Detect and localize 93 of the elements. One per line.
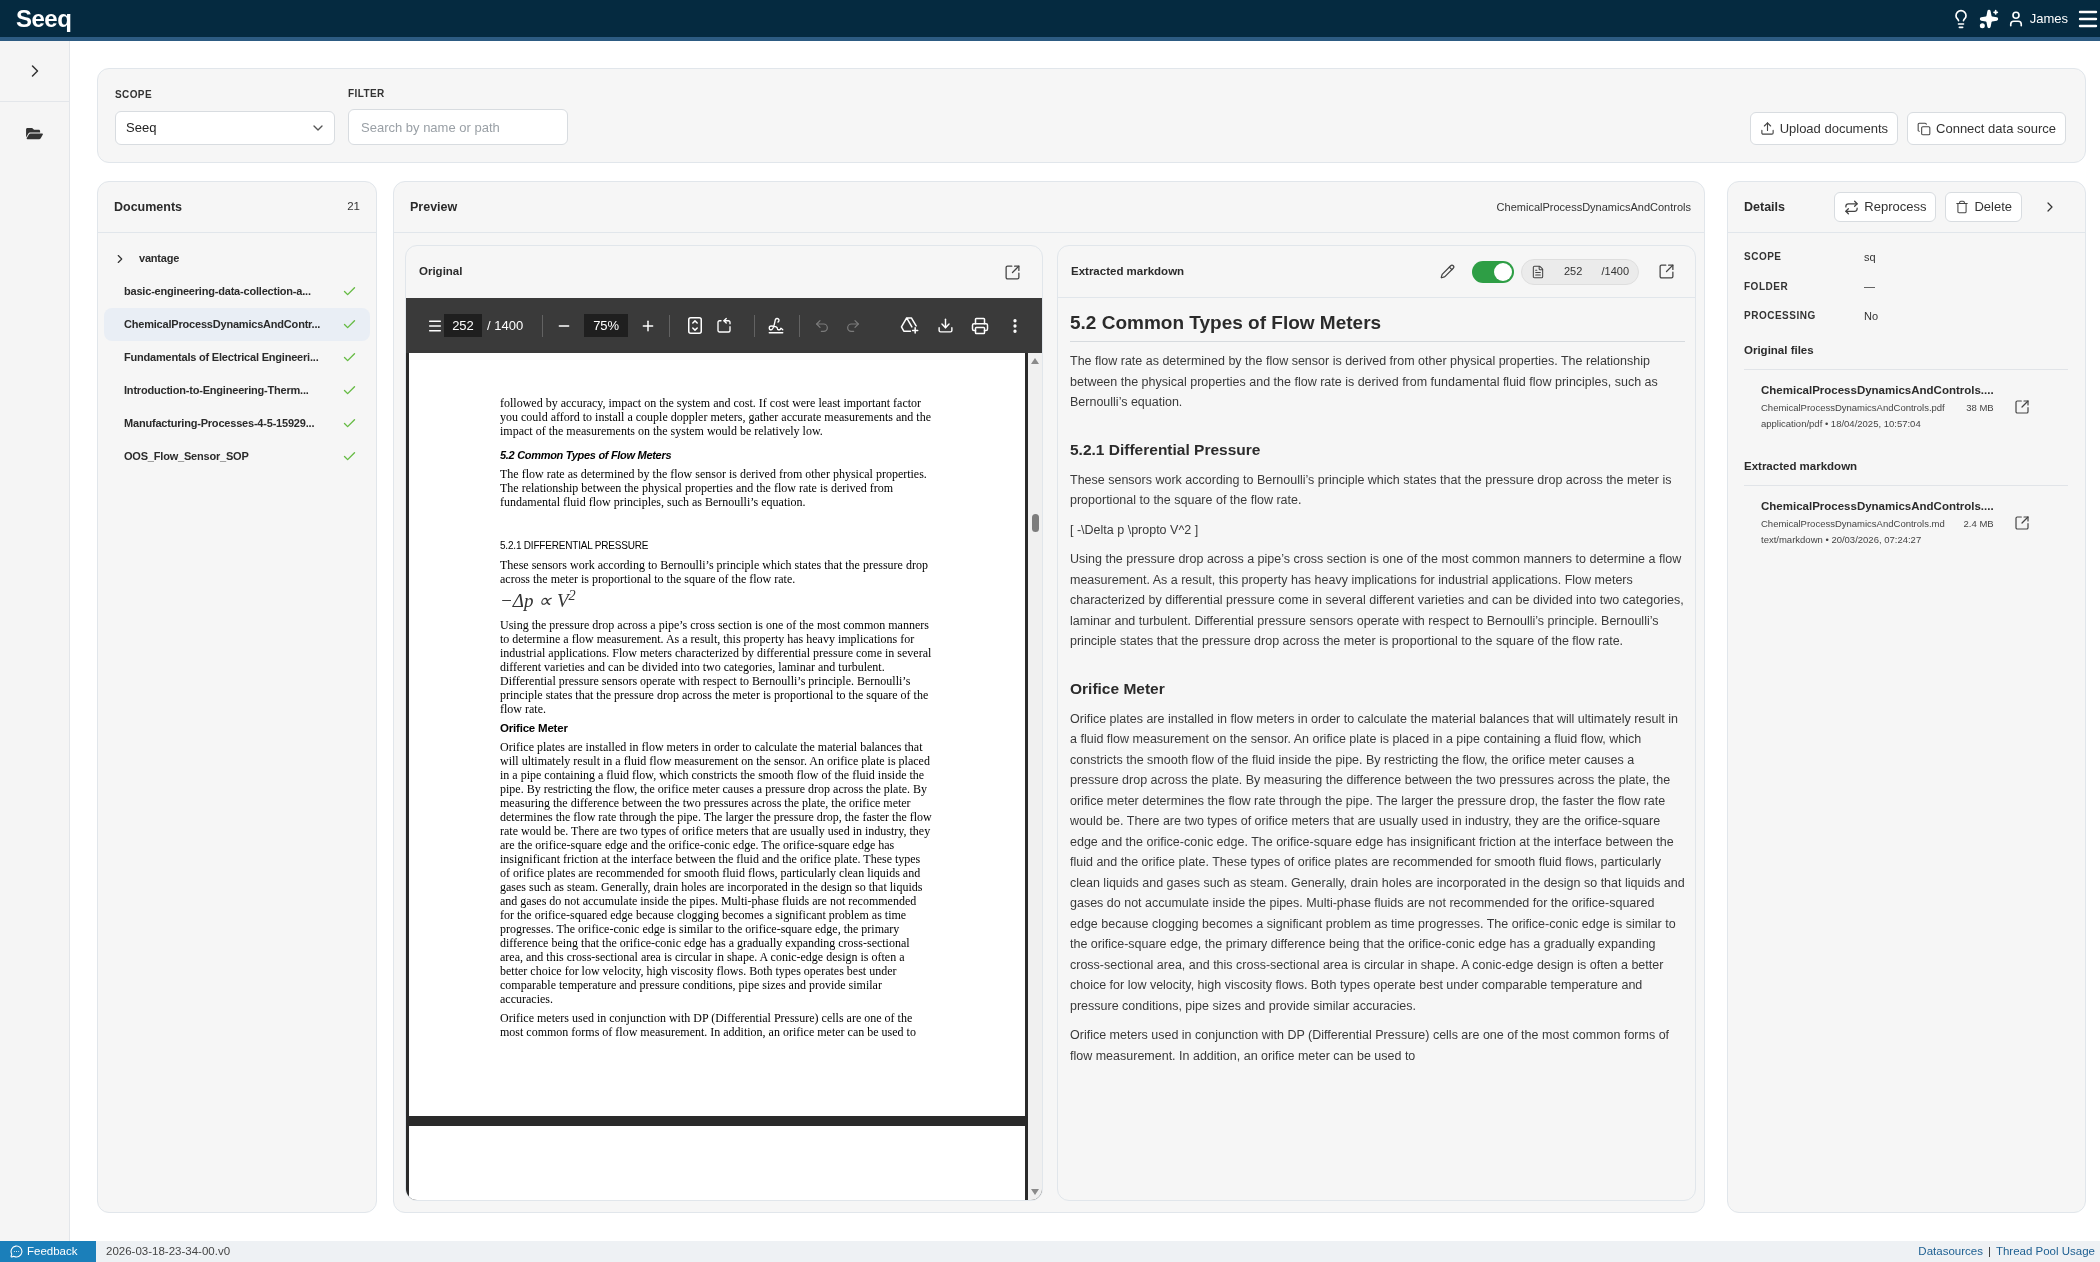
document-item[interactable]: Manufacturing-Processes-4-5-15929... [104, 407, 370, 440]
section-title: Original files [1744, 342, 1815, 358]
download-icon[interactable] [937, 317, 954, 334]
pdf-paragraph: Orifice plates are installed in flow meters in order to calculate the material balances that will ultimately result in a fluid flow measurement on the sensor. An orifice plate is placed in a pipe containing a fluid flow, which constricts the smooth flow of the fluid inside the pipe. By restricting the flow, the orifice meter causes a pressure drop across the plate. By measuring the difference between the two pressures across the plate, the orifice meter determines the flow rate through the pipe. The larger the pressure drop, the faster the flow rate would be. There are two types of orifice meters that are usually used in industry, they are the orifice-square edge and the orifice-conic edge. The orifice-square edge has insignificant friction at the interface between the fluid and the orifice plate. These types of orifice plates are recommended for smooth fluid flows, particularly clean liquids and gases such as steam. Generally, drain holes are incorporated in the design so that liquids and gases do not accumulate inside the pipes. Multi-phase fluids are not recommended for the orifice-squared edge because clogging becomes a significant problem as time progresses. The orifice-conic edge is similar to the orifice-square edge, the primary difference being that the orifice-conic edge has a gradually expanding cross-sectional area, and this cross-sectional area is circular in shape. A conic-edge design is often a better choice for low velocity, high viscosity flows. Both types operates best under comparable temperature and pressure conditions, pipe sizes and provide similar accuracies. [500, 740, 932, 1006]
markdown-paragraph: Orifice plates are installed in flow meters in order to calculate the material balances that will ultimately result in a fluid flow measurement on the sensor. An orifice plate is placed in a pipe containing a fluid flow, which constricts the smooth flow of the fluid inside the pipe. By restricting the flow, the orifice meter causes a pressure drop across the plate. By measuring the difference between the two pressures across the plate, the orifice meter determines the flow rate through the pipe. The larger the pressure drop, the faster the flow rate would be. There are two types of orifice meters that are usually used in industry, they are the orifice-square edge and the orifice-conic edge. The orifice-square edge has insignificant friction at the interface between the fluid and the orifice plate. These types of orifice plates are recommended for smooth fluid flows, particularly clean liquids and gases such as steam. Generally, drain holes are incorporated in the design so that liquids and gases do not accumulate inside the pipes. Multi-phase fluids are not recommended for the orifice-squared edge because clogging becomes a significant problem as time progresses. The orifice-conic edge is similar to the orifice-square edge, the primary difference being that the orifice-conic edge has a gradually expanding cross-sectional area, and this cross-sectional area is circular in shape. A conic-edge design is often a better choice for low velocity, high viscosity flows. Both types operate best under comparable temperature and pressure conditions, pipe sizes and provide similar accuracies. [1070, 710, 1685, 1015]
field-value: — [1864, 279, 1875, 294]
external-link-icon[interactable] [2013, 398, 2030, 415]
field-label: PROCESSING [1744, 309, 1817, 324]
file-name: ChemicalProcessDynamicsAndControls.pdf [1761, 400, 1945, 415]
document-count: 21 [347, 199, 360, 215]
field-value: No [1864, 308, 1879, 324]
folder-item[interactable]: vantage [104, 242, 370, 275]
document-item[interactable]: basic-engineering-data-collection-a... [104, 275, 370, 308]
markdown-paragraph: Orifice meters used in conjunction with DP (Differential Pressure) cells are one of the most common forms of flow measurement. In addition, an orifice meter can be used to [1070, 1027, 1671, 1065]
signature-icon[interactable] [767, 316, 786, 335]
pdf-paragraph: Using the pressure drop across a pipe’s cross section is one of the most common manners to determine a flow measurement. As a result, this property has heavy implications for industrial applications. Flow meters characterized by differential pressure come in several different varieties and can be divided into two categories, laminar and turbulent. Differential pressure sensors operate with respect to Bernoulli’s principle. Bernoulli’s principle states that the pressure drop across the meter is proportional to the square of the flow rate. [500, 618, 932, 716]
link-separator: | [1987, 1243, 1991, 1259]
file-meta: application/pdf • 18/04/2025, 10:57:04 [1761, 416, 1922, 431]
field-label: FILTER [348, 87, 386, 101]
external-link-icon[interactable] [1004, 263, 1021, 281]
page-count: /1400 [1601, 264, 1629, 280]
markdown-paragraph: These sensors work according to Bernoulli’s principle which states that the pressure drop across the meter is proportional to the square of the flow rate. [1070, 471, 1673, 509]
scrollbar-thumb[interactable] [1031, 514, 1039, 532]
connect-button[interactable]: Connect data source [1907, 112, 2066, 145]
document-item[interactable]: OOS_Flow_Sensor_SOP [104, 440, 370, 473]
footer-link[interactable]: Thread Pool Usage [1995, 1242, 2095, 1261]
app-logo[interactable]: Seeq [16, 6, 72, 31]
field-label: SCOPE [1744, 250, 1783, 265]
external-link-icon[interactable] [1658, 263, 1675, 280]
pdf-formula: −Δp ∝ V$^{2}$ [500, 589, 577, 613]
markdown-heading: 5.2 Common Types of Flow Meters [1070, 311, 1685, 342]
pdf-paragraph: followed by accuracy, impact on the system and cost. If cost were least important factor you could afford to install a couple doppler meters, gather accurate measurements and the impact of the measurements on the system would be relatively low. [500, 396, 932, 438]
markdown-paragraph: Using the pressure drop across a pipe’s cross section is one of the most common manners to determine a flow measurement. As a result, this property has heavy implications for industrial applications. Flow meters characterized by differential pressure come in several different varieties and can be divided into two categories, laminar and turbulent. Differential pressure sensors operate with respect to Bernoulli’s principle. Bernoulli’s principle states that the pressure drop across the meter is proportional to the square of the flow rate. [1070, 551, 1685, 650]
markdown-subheading: Orifice Meter [1070, 678, 1166, 699]
field-label: FOLDER [1744, 279, 1790, 294]
section-title: Extracted markdown [1744, 458, 1859, 474]
chat-icon [10, 1245, 23, 1258]
page-number-field[interactable]: 252 [1564, 263, 1583, 280]
document-name: ChemicalProcessDynamicsAndControls [1496, 199, 1691, 215]
scope-select[interactable]: Seeq [115, 111, 335, 145]
card-title: Extracted markdown [1071, 263, 1185, 279]
pdf-section-heading: 5.2.1 DIFFERENTIAL PRESSURE [500, 539, 650, 553]
pdf-subheading: Orifice Meter [500, 721, 569, 735]
search-field[interactable]: Search by name or path [348, 109, 568, 145]
toggle-switch[interactable] [1472, 260, 1514, 283]
page-count: / 1400 [487, 316, 524, 335]
file-meta: text/markdown • 20/03/2026, 07:24:27 [1761, 532, 1923, 547]
scroll-up-icon[interactable] [1031, 358, 1039, 364]
upload-icon [1759, 121, 1775, 136]
sparkles-icon[interactable] [1978, 8, 1999, 29]
file-title: ChemicalProcessDynamicsAndControls.... [1761, 498, 1994, 514]
field-value: sq [1864, 249, 1876, 265]
panel-title: Documents [114, 198, 183, 216]
document-icon [1531, 264, 1545, 279]
print-icon[interactable] [971, 316, 989, 335]
folder-icon[interactable] [26, 125, 43, 141]
file-size: 2.4 MB [1962, 516, 1994, 531]
copy-icon [1917, 121, 1932, 136]
document-item[interactable]: ChemicalProcessDynamicsAndContr... [104, 308, 370, 341]
file-name: ChemicalProcessDynamicsAndControls.md [1761, 516, 1945, 531]
triangle-plus-icon[interactable] [900, 317, 919, 334]
zoom-field[interactable]: 75% [584, 314, 629, 337]
upload-button[interactable]: Upload documents [1749, 112, 1899, 145]
rotate-icon[interactable] [715, 316, 734, 335]
version-label: 2026-03-18-23-34-00.v0 [106, 1243, 231, 1259]
reprocess-button[interactable]: Reprocess [1834, 192, 1937, 222]
panel-title: Preview [410, 198, 458, 216]
page-number-field[interactable]: 252 [444, 314, 482, 337]
field-label: SCOPE [115, 88, 153, 102]
feedback-button[interactable]: Feedback [0, 1241, 96, 1262]
scroll-down-icon[interactable] [1031, 1189, 1039, 1195]
panel-title: Details [1744, 198, 1785, 216]
pdf-heading: 5.2 Common Types of Flow Meters [500, 448, 673, 462]
scrollbar[interactable] [1028, 353, 1042, 1200]
file-size: 38 MB [1965, 400, 1994, 415]
pdf-paragraph: Orifice meters used in conjunction with DP (Differential Pressure) cells are one of the most common forms of flow measurement. In addition, an orifice meter can be used to [500, 1011, 917, 1039]
trash-icon [1955, 200, 1970, 214]
external-link-icon[interactable] [2013, 514, 2030, 531]
document-item[interactable]: Fundamentals of Electrical Engineeri... [104, 341, 370, 374]
delete-button[interactable]: Delete [1945, 192, 2022, 222]
user-menu-button[interactable]: James [2006, 8, 2068, 29]
footer-link[interactable]: Datasources [1918, 1242, 1983, 1261]
pdf-paragraph: These sensors work according to Bernoulli’s principle which states that the pressure drop across the meter is proportional to the square of the flow rate. [500, 558, 929, 586]
card-title: Original [419, 264, 463, 280]
file-title: ChemicalProcessDynamicsAndControls.... [1761, 382, 1994, 398]
pencil-icon[interactable] [1440, 264, 1455, 279]
document-item[interactable]: Introduction-to-Engineering-Therm... [104, 374, 370, 407]
repeat-icon [1844, 199, 1860, 215]
markdown-paragraph: [ -\Delta p \propto V^2 ] [1070, 521, 1200, 539]
markdown-subheading: 5.2.1 Differential Pressure [1070, 439, 1262, 460]
fit-page-icon[interactable] [688, 317, 703, 334]
markdown-paragraph: The flow rate as determined by the flow sensor is derived from other physical properties. The relationship between the physical properties and the flow rate is derived from fundamental fluid flow principles, such as Bernoulli’s equation. [1070, 353, 1659, 411]
pdf-paragraph: The flow rate as determined by the flow sensor is derived from other physical properties. The relationship between the physical properties and the flow rate is derived from fundamental fluid flow principles, such as Bernoulli’s equation. [500, 467, 928, 509]
